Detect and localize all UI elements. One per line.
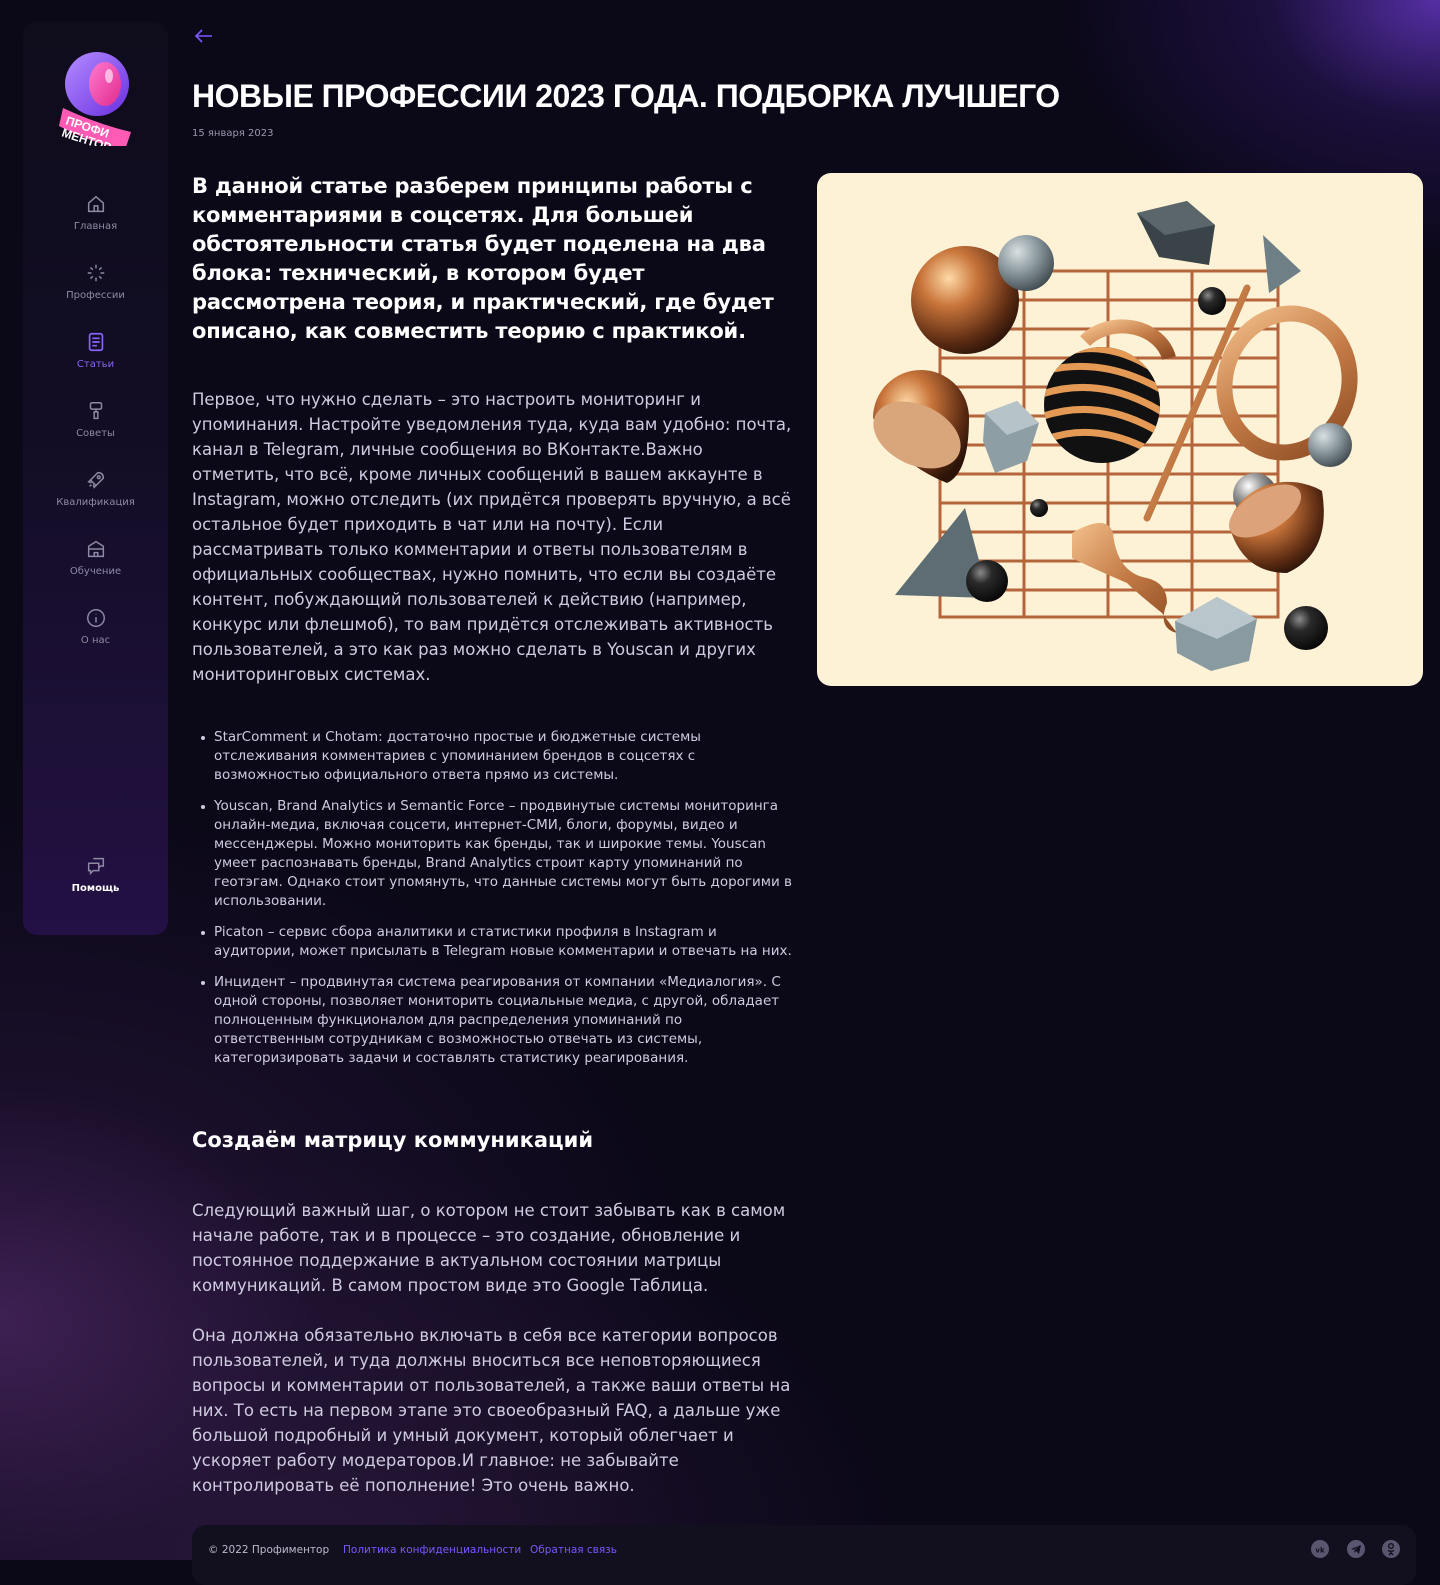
nav-label: Советы (76, 428, 115, 439)
nav-label: Обучение (69, 566, 122, 577)
sparkle-icon (87, 264, 104, 282)
article-paragraph-3: Она должна обязательно включать в себя в… (192, 1326, 791, 1495)
back-arrow-icon[interactable] (192, 26, 216, 46)
copyright: © 2022 Профиментор (208, 1544, 330, 1556)
nav-item-qualification[interactable]: Квалификация (23, 469, 168, 525)
article-lead: В данной статье разберем принципы работы… (192, 174, 774, 343)
article-date: 15 января 2023 (192, 128, 274, 139)
info-icon (86, 609, 105, 627)
nav-item-articles[interactable]: Статьи (23, 331, 168, 387)
telegram-icon[interactable] (1347, 1540, 1365, 1558)
list-item: Picaton – сервис сбора аналитики и стати… (192, 923, 792, 961)
brand-logo[interactable]: ПРОФИ МЕНТОР (59, 46, 135, 155)
nav-label: Квалификация (56, 497, 135, 508)
nav-label: Главная (73, 221, 118, 232)
article-illustration (817, 173, 1423, 686)
vk-icon[interactable]: vk (1311, 1540, 1329, 1558)
nav-item-about[interactable]: О нас (23, 607, 168, 663)
nav-item-education[interactable]: Обучение (23, 538, 168, 594)
section-heading: Создаём матрицу коммуникаций (192, 1128, 594, 1152)
help-label: Помощь (71, 883, 120, 894)
school-icon (87, 540, 104, 558)
nav-item-tips[interactable]: Советы (23, 400, 168, 456)
nav-label: Статьи (76, 359, 115, 370)
svg-text:vk: vk (1315, 1547, 1325, 1555)
sidebar: ПРОФИ МЕНТОР Главная Профессии Статьи Со… (23, 22, 168, 935)
page-title: НОВЫЕ ПРОФЕССИИ 2023 ГОДА. ПОДБОРКА ЛУЧШ… (192, 78, 1060, 114)
nav-item-professions[interactable]: Профессии (23, 262, 168, 318)
footer: © 2022 Профиментор Политика конфиденциал… (192, 1525, 1416, 1585)
privacy-policy-link[interactable]: Политика конфиденциальности (343, 1544, 521, 1556)
list-item: Инцидент – продвинутая система реагирова… (192, 973, 792, 1068)
feedback-link[interactable]: Обратная связь (530, 1544, 617, 1556)
list-item: StarComment и Chotam: достаточно простые… (192, 728, 792, 785)
home-icon (87, 195, 104, 213)
help-button[interactable]: Помощь (23, 855, 168, 911)
article-paragraph-1: Первое, что нужно сделать – это настроит… (192, 390, 792, 684)
chat-icon (87, 857, 104, 876)
services-list: StarComment и Chotam: достаточно простые… (192, 728, 792, 1080)
nav-label: О нас (80, 635, 111, 646)
article-icon (88, 332, 103, 352)
odnoklassniki-icon[interactable] (1382, 1540, 1400, 1558)
brush-icon (89, 402, 102, 420)
article-paragraph-2: Следующий важный шаг, о котором не стоит… (192, 1201, 786, 1295)
nav-item-home[interactable]: Главная (23, 193, 168, 249)
list-item: Youscan, Brand Analytics и Semantic Forc… (192, 797, 792, 911)
rocket-icon (86, 471, 104, 489)
nav-label: Профессии (66, 290, 125, 301)
